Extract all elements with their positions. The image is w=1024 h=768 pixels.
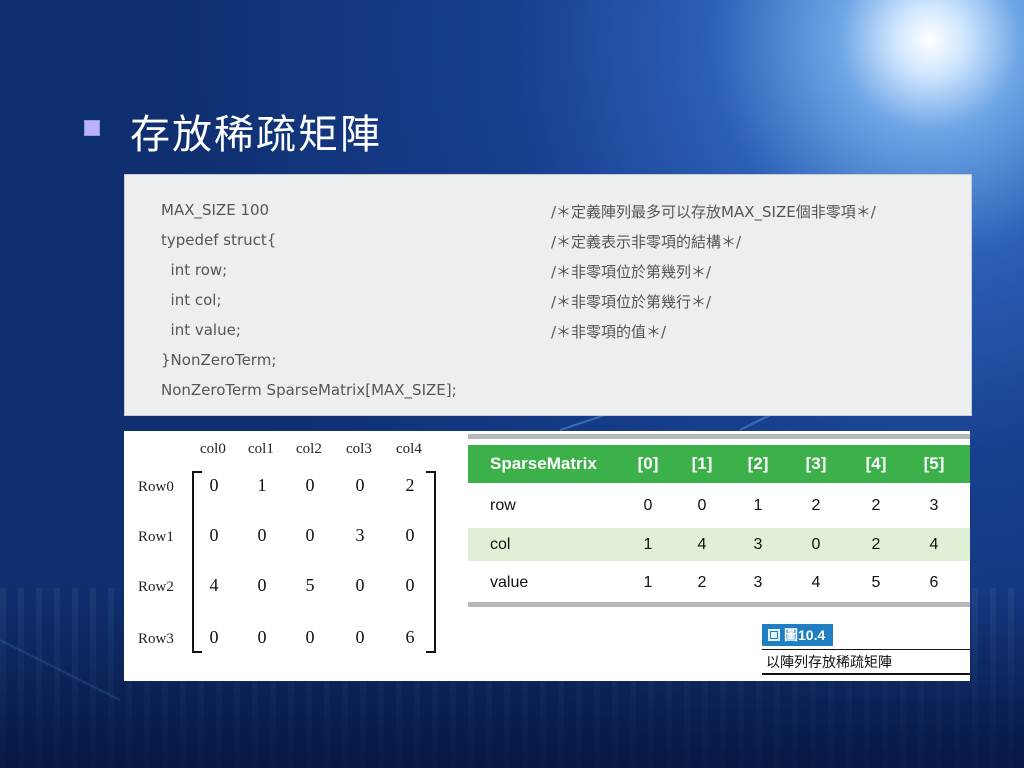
matrix-cell: 0 bbox=[355, 627, 365, 647]
row-label: row bbox=[490, 496, 516, 514]
table-cell: 3 bbox=[753, 573, 763, 591]
table-cell: 2 bbox=[871, 496, 881, 514]
bullet-square-icon bbox=[84, 120, 100, 136]
matrix-cell: 0 bbox=[209, 475, 219, 495]
table-cell: 3 bbox=[753, 535, 763, 553]
table-cell: 2 bbox=[811, 496, 821, 514]
code-text: NonZeroTerm SparseMatrix[MAX_SIZE]; bbox=[161, 381, 457, 399]
table-cell: 2 bbox=[697, 573, 707, 591]
sparse-table-header: SparseMatrix [0] [1] [2] [3] [4] [5] bbox=[468, 445, 970, 483]
code-line: NonZeroTerm SparseMatrix[MAX_SIZE]; bbox=[161, 381, 961, 411]
matrix-cell: 0 bbox=[305, 475, 315, 495]
table-cell: 0 bbox=[697, 496, 707, 514]
matrix-cell: 0 bbox=[209, 627, 219, 647]
table-bottom-rule bbox=[468, 602, 970, 607]
code-text: int row; bbox=[161, 261, 228, 279]
table-cell: 5 bbox=[871, 573, 881, 591]
header-cell: [0] bbox=[637, 454, 659, 473]
matrix-cell: 0 bbox=[355, 475, 365, 495]
matrix-cell: 0 bbox=[257, 525, 267, 545]
matrix-left-bracket bbox=[192, 471, 202, 653]
matrix-col-header: col1 bbox=[248, 441, 274, 457]
matrix-row-header: Row2 bbox=[138, 579, 174, 595]
table-cell: 6 bbox=[929, 573, 939, 591]
matrix-row-header: Row0 bbox=[138, 479, 174, 495]
matrix-cell: 6 bbox=[405, 627, 415, 647]
figure-tag-text: 圖10.4 bbox=[784, 627, 826, 643]
code-line: }NonZeroTerm; bbox=[161, 351, 961, 381]
row-label: col bbox=[490, 535, 511, 553]
table-cell: 4 bbox=[697, 535, 707, 553]
code-comment: /＊非零項位於第幾列＊/ bbox=[551, 263, 712, 281]
table-cell: 1 bbox=[643, 535, 653, 553]
code-comment: /＊非零項的值＊/ bbox=[551, 323, 667, 341]
table-cell: 1 bbox=[753, 496, 763, 514]
matrix-cell: 0 bbox=[257, 575, 267, 595]
header-cell: [5] bbox=[923, 454, 945, 473]
code-line: int col; /＊非零項位於第幾行＊/ bbox=[161, 291, 961, 321]
matrix-cell: 1 bbox=[257, 475, 267, 495]
matrix-cell: 0 bbox=[405, 575, 415, 595]
matrix-cell: 4 bbox=[209, 575, 219, 595]
code-line: int row; /＊非零項位於第幾列＊/ bbox=[161, 261, 961, 291]
table-row: col 1 4 3 0 2 4 bbox=[468, 528, 970, 561]
table-cell: 0 bbox=[811, 535, 821, 553]
code-text: int value; bbox=[161, 321, 241, 339]
matrix-cell: 0 bbox=[209, 525, 219, 545]
table-cell: 0 bbox=[643, 496, 653, 514]
slide-title: 存放稀疏矩陣 bbox=[130, 112, 382, 158]
matrix-col-header: col0 bbox=[200, 441, 226, 457]
matrix-cell: 0 bbox=[257, 627, 267, 647]
figure-panel: col0 col1 col2 col3 col4 Row0 Row1 Row2 … bbox=[124, 431, 970, 681]
code-comment: /＊非零項位於第幾行＊/ bbox=[551, 293, 712, 311]
matrix-col-header: col3 bbox=[346, 441, 372, 457]
table-row: row 0 0 1 2 2 3 bbox=[468, 489, 970, 522]
figure-icon bbox=[768, 629, 780, 641]
matrix-right-bracket bbox=[426, 471, 436, 653]
figure-caption: 以陣列存放稀疏矩陣 bbox=[762, 649, 970, 675]
matrix-col-header: col4 bbox=[396, 441, 422, 457]
matrix-cell: 3 bbox=[355, 525, 365, 545]
figure-tag: 圖10.4 bbox=[762, 624, 834, 646]
code-text: }NonZeroTerm; bbox=[161, 351, 277, 369]
code-comment: /＊定義陣列最多可以存放MAX_SIZE個非零項＊/ bbox=[551, 203, 876, 221]
table-cell: 4 bbox=[929, 535, 939, 553]
matrix-cell: 5 bbox=[305, 575, 315, 595]
table-cell: 3 bbox=[929, 496, 939, 514]
header-cell: SparseMatrix bbox=[490, 454, 597, 473]
code-line: MAX_SIZE 100 /＊定義陣列最多可以存放MAX_SIZE個非零項＊/ bbox=[161, 201, 961, 231]
table-cell: 1 bbox=[643, 573, 653, 591]
table-cell: 2 bbox=[871, 535, 881, 553]
header-cell: [3] bbox=[805, 454, 827, 473]
code-line: typedef struct{ /＊定義表示非零項的結構＊/ bbox=[161, 231, 961, 261]
matrix-cell: 2 bbox=[405, 475, 415, 495]
matrix-col-header: col2 bbox=[296, 441, 322, 457]
matrix-cell: 0 bbox=[355, 575, 365, 595]
matrix-cell: 0 bbox=[405, 525, 415, 545]
code-panel: MAX_SIZE 100 /＊定義陣列最多可以存放MAX_SIZE個非零項＊/ … bbox=[124, 174, 972, 416]
matrix-cell: 0 bbox=[305, 525, 315, 545]
matrix-row-header: Row3 bbox=[138, 631, 174, 647]
matrix-cell: 0 bbox=[305, 627, 315, 647]
code-comment: /＊定義表示非零項的結構＊/ bbox=[551, 233, 742, 251]
code-text: typedef struct{ bbox=[161, 231, 277, 249]
code-text: MAX_SIZE 100 bbox=[161, 201, 270, 219]
header-cell: [1] bbox=[691, 454, 713, 473]
table-top-rule bbox=[468, 434, 970, 439]
code-line: int value; /＊非零項的值＊/ bbox=[161, 321, 961, 351]
matrix-row-header: Row1 bbox=[138, 529, 174, 545]
row-label: value bbox=[490, 573, 529, 591]
code-text: int col; bbox=[161, 291, 222, 309]
header-cell: [2] bbox=[747, 454, 769, 473]
header-cell: [4] bbox=[865, 454, 887, 473]
table-row: value 1 2 3 4 5 6 bbox=[468, 566, 970, 599]
table-cell: 4 bbox=[811, 573, 821, 591]
